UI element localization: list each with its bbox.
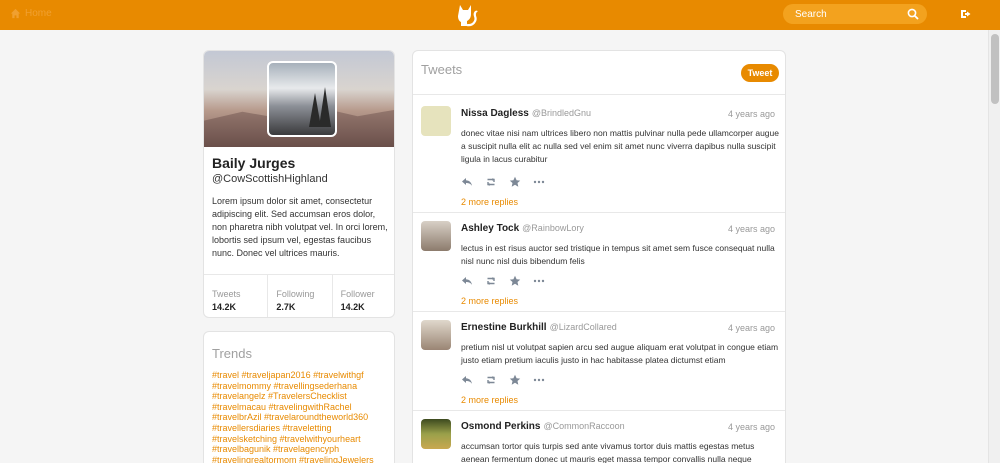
stat-tweets[interactable]: Tweets 14.2K	[204, 275, 269, 317]
more-options-icon[interactable]	[533, 275, 545, 287]
tweet-avatar[interactable]	[421, 419, 451, 449]
more-replies-link[interactable]: 2 more replies	[461, 395, 518, 405]
tweet-author[interactable]: Ernestine Burkhill	[461, 322, 547, 333]
profile-handle: @CowScottishHighland	[212, 173, 328, 185]
profile-stats: Tweets 14.2K Following 2.7K Follower 14.2K	[204, 274, 394, 317]
retweet-icon[interactable]	[485, 275, 497, 287]
tweet-time: 4 years ago	[727, 422, 775, 432]
top-bar: Home	[0, 0, 1000, 30]
stat-label: Following	[276, 289, 315, 299]
home-link[interactable]: Home	[10, 8, 52, 19]
tweet-handle[interactable]: @BrindledGnu	[532, 108, 591, 118]
more-options-icon[interactable]	[533, 374, 545, 386]
stat-value: 2.7K	[276, 302, 296, 312]
reply-icon[interactable]	[461, 176, 473, 188]
trends-card: Trends #travel #traveljapan2016 #travelw…	[203, 331, 395, 463]
profile-bio: Lorem ipsum dolor sit amet, consectetur …	[212, 196, 388, 258]
tweet-avatar[interactable]	[421, 106, 451, 136]
reply-icon[interactable]	[461, 275, 473, 287]
stat-following[interactable]: Following 2.7K	[268, 275, 333, 317]
tweet-button[interactable]: Tweet	[741, 64, 779, 82]
tweet-text: pretium nisl ut volutpat sapien arcu sed…	[461, 342, 779, 365]
tweet-item: Osmond Perkins @CommonRaccoon 4 years ago…	[413, 411, 785, 463]
tweet-author[interactable]: Nissa Dagless	[461, 108, 529, 119]
scrollbar-thumb[interactable]	[991, 34, 999, 104]
tweets-title: Tweets	[421, 62, 463, 77]
trends-list[interactable]: #travel #traveljapan2016 #travelwithgf #…	[212, 370, 390, 463]
tweet-avatar[interactable]	[421, 320, 451, 350]
tweet-item: Ashley Tock @RainbowLory 4 years ago lect…	[413, 213, 785, 312]
stat-follower[interactable]: Follower 14.2K	[333, 275, 394, 317]
favorite-icon[interactable]	[509, 176, 521, 188]
tweets-header: Tweets Tweet	[413, 51, 785, 95]
retweet-icon[interactable]	[485, 374, 497, 386]
profile-card: Baily Jurges @CowScottishHighland Lorem …	[203, 50, 395, 318]
tweet-author[interactable]: Ashley Tock	[461, 223, 519, 234]
trends-title: Trends	[212, 346, 252, 361]
tweet-author[interactable]: Osmond Perkins	[461, 421, 540, 432]
tweet-handle[interactable]: @LizardCollared	[550, 322, 617, 332]
tweet-handle[interactable]: @CommonRaccoon	[543, 421, 624, 431]
search-input[interactable]	[783, 4, 893, 25]
tweet-text: lectus in est risus auctor sed tristique…	[461, 243, 775, 266]
home-label: Home	[25, 8, 52, 19]
more-replies-link[interactable]: 2 more replies	[461, 197, 518, 207]
reply-icon[interactable]	[461, 374, 473, 386]
tweet-time: 4 years ago	[727, 109, 775, 119]
tweet-actions	[461, 374, 545, 386]
logout-icon[interactable]	[960, 7, 974, 21]
tweet-text: donec vitae nisi nam ultrices libero non…	[461, 128, 779, 164]
stat-label: Tweets	[212, 289, 241, 299]
tweet-handle[interactable]: @RainbowLory	[522, 223, 584, 233]
tweet-actions	[461, 275, 545, 287]
page-scrollbar[interactable]	[988, 30, 1000, 463]
stat-value: 14.2K	[212, 302, 237, 312]
tweet-time: 4 years ago	[727, 224, 775, 234]
search-box[interactable]	[783, 4, 927, 25]
tweets-card: Tweets Tweet Nissa Dagless @BrindledGnu 4…	[412, 50, 786, 463]
profile-name: Baily Jurges	[212, 155, 296, 171]
favorite-icon[interactable]	[509, 374, 521, 386]
tweet-item: Ernestine Burkhill @LizardCollared 4 year…	[413, 312, 785, 411]
stat-value: 14.2K	[340, 302, 365, 312]
home-icon	[10, 8, 21, 19]
tweet-text: accumsan tortor quis turpis sed ante viv…	[461, 441, 755, 463]
more-replies-link[interactable]: 2 more replies	[461, 296, 518, 306]
tweet-time: 4 years ago	[727, 323, 775, 333]
favorite-icon[interactable]	[509, 275, 521, 287]
profile-avatar[interactable]	[267, 61, 337, 137]
more-options-icon[interactable]	[533, 176, 545, 188]
search-icon[interactable]	[907, 8, 919, 20]
retweet-icon[interactable]	[485, 176, 497, 188]
tweet-avatar[interactable]	[421, 221, 451, 251]
stat-label: Follower	[340, 289, 375, 299]
tweet-item: Nissa Dagless @BrindledGnu 4 years ago do…	[413, 98, 785, 213]
tweet-actions	[461, 176, 545, 188]
cat-logo-icon[interactable]	[455, 1, 479, 29]
